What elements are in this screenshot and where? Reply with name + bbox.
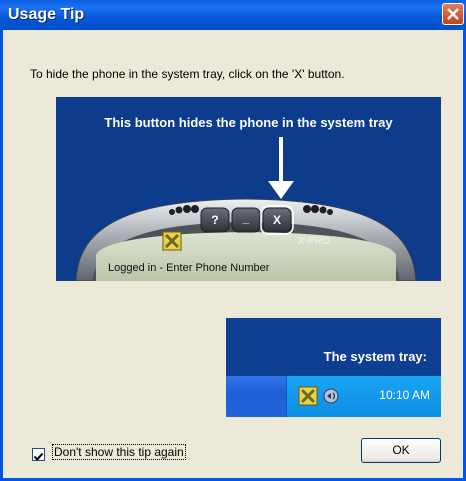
phone-brand: X-PRO (298, 236, 330, 247)
close-icon (447, 8, 459, 20)
dont-show-checkbox[interactable] (32, 448, 45, 462)
instruction-text: To hide the phone in the system tray, cl… (30, 67, 345, 81)
volume-icon (323, 388, 339, 404)
title-bar: Usage Tip (0, 0, 466, 30)
window-frame-left (0, 30, 3, 481)
phone-illustration: This button hides the phone in the syste… (56, 97, 441, 281)
checkmark-icon (33, 452, 44, 462)
tray-icons (298, 386, 339, 406)
tray-clock: 10:10 AM (379, 388, 430, 402)
window-title: Usage Tip (8, 6, 85, 23)
phone-close-button: X (272, 213, 281, 227)
dont-show-checkbox-label[interactable]: Don't show this tip again (52, 444, 186, 460)
system-tray-illustration: The system tray: 10:10 AM (226, 318, 441, 417)
taskbar: 10:10 AM (226, 376, 441, 417)
phone-graphic (75, 137, 417, 281)
tray-caption: The system tray: (323, 349, 427, 364)
phone-help-button: ? (211, 213, 219, 227)
notification-area: 10:10 AM (286, 376, 441, 417)
close-button[interactable] (442, 3, 464, 25)
ok-button[interactable]: OK (361, 438, 441, 463)
phone-minimize-button: _ (242, 211, 250, 225)
phone-status-text: Logged in - Enter Phone Number (108, 262, 270, 274)
phone-tray-icon (298, 386, 318, 406)
